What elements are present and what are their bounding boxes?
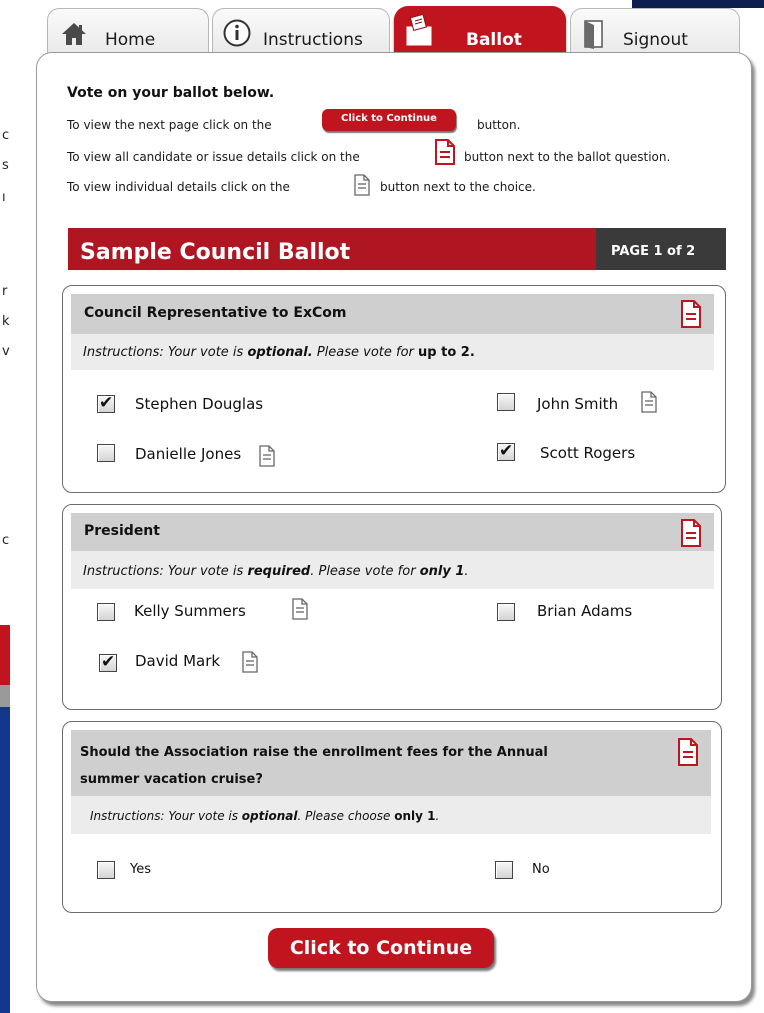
background-text: c bbox=[2, 128, 10, 143]
background-text: ı bbox=[2, 190, 6, 205]
choice-details-icon[interactable] bbox=[291, 597, 309, 621]
tab-ballot-label: Ballot bbox=[466, 30, 522, 50]
contest-instructions: Instructions: Your vote is optional. Ple… bbox=[83, 345, 475, 360]
checkbox-danielle-jones[interactable] bbox=[97, 444, 115, 462]
contest-details-icon-example bbox=[435, 139, 455, 165]
choice-label: Stephen Douglas bbox=[135, 395, 264, 413]
contest-title: Council Representative to ExCom bbox=[84, 305, 347, 321]
intro-line-3-start: To view individual details click on the bbox=[67, 180, 290, 194]
contest-instructions: Instructions: Your vote is optional. Ple… bbox=[90, 809, 440, 823]
page-indicator-label: PAGE 1 of 2 bbox=[611, 244, 696, 259]
contest-details-icon[interactable] bbox=[680, 299, 702, 329]
contest-details-icon[interactable] bbox=[677, 737, 699, 767]
intro-title: Vote on your ballot below. bbox=[67, 85, 275, 101]
choice-details-icon[interactable] bbox=[640, 390, 658, 414]
background-text: r bbox=[2, 284, 8, 299]
checkbox-john-smith[interactable] bbox=[497, 393, 515, 411]
intro-line-1-start: To view the next page click on the bbox=[67, 118, 272, 132]
intro-line-2-end: button next to the ballot question. bbox=[464, 150, 671, 164]
contest-instructions: Instructions: Your vote is required. Ple… bbox=[83, 564, 469, 579]
choice-label: Yes bbox=[130, 862, 151, 877]
background-text: c bbox=[2, 533, 10, 548]
contest-question-line-2: summer vacation cruise? bbox=[80, 772, 263, 787]
checkbox-brian-adams[interactable] bbox=[497, 603, 515, 621]
background-text: v bbox=[2, 344, 10, 359]
info-icon bbox=[223, 19, 251, 47]
intro-line-3-end: button next to the choice. bbox=[380, 180, 536, 194]
choice-label: Danielle Jones bbox=[135, 445, 242, 463]
background-blue-strip bbox=[0, 707, 10, 1013]
checkbox-kelly-summers[interactable] bbox=[97, 603, 115, 621]
choice-details-icon-example bbox=[354, 174, 370, 196]
background-text: s bbox=[2, 158, 9, 173]
ballot-title: Sample Council Ballot bbox=[80, 240, 351, 265]
choice-label: Brian Adams bbox=[537, 602, 633, 620]
checkbox-scott-rogers[interactable]: ✔ bbox=[497, 441, 515, 461]
ballot-box-icon bbox=[406, 13, 432, 46]
choice-label: No bbox=[532, 862, 550, 877]
contest-header-bar bbox=[71, 513, 714, 551]
home-icon bbox=[62, 23, 86, 45]
intro-line-2-start: To view all candidate or issue details c… bbox=[67, 150, 360, 164]
checkbox-no[interactable] bbox=[495, 861, 513, 879]
tab-home-label: Home bbox=[105, 30, 156, 50]
choice-label: David Mark bbox=[135, 652, 221, 670]
choice-label: John Smith bbox=[537, 395, 619, 413]
contest-question-line-1: Should the Association raise the enrollm… bbox=[80, 745, 548, 760]
intro-line-1-end: button. bbox=[477, 118, 521, 132]
choice-label: Kelly Summers bbox=[134, 602, 246, 620]
tab-signout-label: Signout bbox=[623, 30, 688, 50]
choice-details-icon[interactable] bbox=[241, 650, 259, 674]
checkbox-yes[interactable] bbox=[97, 861, 115, 879]
door-icon bbox=[584, 20, 603, 49]
choice-details-icon[interactable] bbox=[258, 444, 276, 468]
contest-details-icon[interactable] bbox=[680, 518, 702, 548]
contest-title: President bbox=[84, 523, 160, 539]
inline-continue-button-example: Click to Continue bbox=[322, 109, 456, 131]
continue-button[interactable]: Click to Continue bbox=[268, 928, 494, 968]
background-navy-strip bbox=[632, 0, 764, 8]
background-grey-strip bbox=[0, 685, 10, 707]
checkbox-stephen-douglas[interactable]: ✔ bbox=[97, 393, 115, 413]
choice-label: Scott Rogers bbox=[540, 444, 636, 462]
background-text: k bbox=[2, 314, 10, 329]
checkbox-david-mark[interactable]: ✔ bbox=[99, 652, 117, 672]
tab-instructions-label: Instructions bbox=[263, 30, 363, 50]
background-red-strip bbox=[0, 625, 10, 685]
